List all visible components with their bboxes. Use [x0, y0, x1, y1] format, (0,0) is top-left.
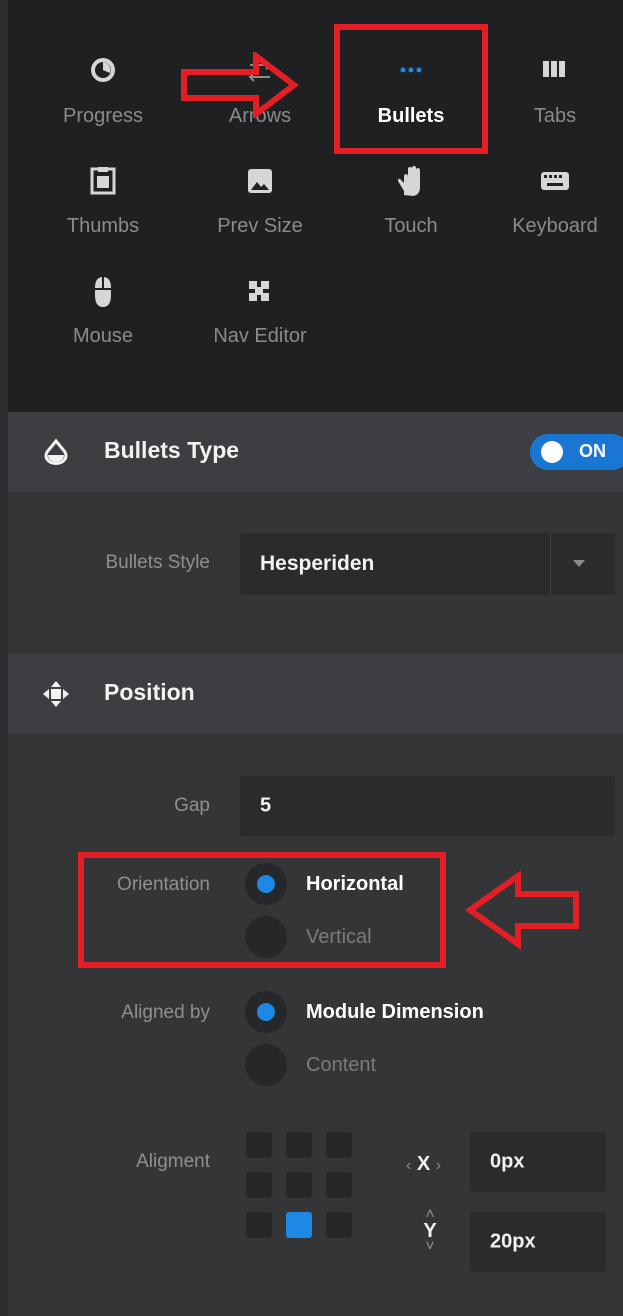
- select-value: Hesperiden: [260, 552, 375, 575]
- bullets-toggle[interactable]: ON: [530, 434, 623, 470]
- caret-down-icon: [573, 560, 585, 567]
- nav-progress[interactable]: Progress: [38, 55, 168, 145]
- y-offset-input[interactable]: 20px: [470, 1212, 606, 1272]
- nav-mouse[interactable]: Mouse: [38, 275, 168, 365]
- bullets-style-select[interactable]: Hesperiden: [240, 533, 615, 595]
- toggle-knob: [541, 441, 563, 463]
- annotation-box-bullets: [334, 24, 488, 154]
- annotation-arrow-right-icon: [181, 52, 299, 118]
- nav-label: Touch: [384, 215, 438, 237]
- chevron-right-icon: ›: [435, 1157, 442, 1174]
- chevron-down-icon: ˅: [425, 1238, 435, 1255]
- align-top-left[interactable]: [246, 1132, 272, 1158]
- align-middle-left[interactable]: [246, 1172, 272, 1198]
- nav-label: Nav Editor: [213, 325, 307, 347]
- toggle-label: ON: [579, 441, 606, 461]
- align-middle-right[interactable]: [326, 1172, 352, 1198]
- alignment-label: Aligment: [136, 1151, 210, 1172]
- mouse-icon: [95, 277, 111, 307]
- nav-tabs[interactable]: Tabs: [490, 55, 620, 145]
- nav-nav-editor[interactable]: Nav Editor: [195, 275, 325, 365]
- align-top-right[interactable]: [326, 1132, 352, 1158]
- chevron-left-icon: ‹: [406, 1157, 412, 1174]
- puzzle-icon: [249, 281, 269, 301]
- section-title: Bullets Type: [104, 437, 240, 463]
- position-header[interactable]: Position: [8, 654, 623, 734]
- bullets-type-header[interactable]: Bullets Type ON: [8, 412, 623, 492]
- x-offset-input[interactable]: 0px: [470, 1132, 606, 1192]
- section-title: Position: [104, 679, 195, 705]
- nav-label: Mouse: [72, 325, 134, 347]
- aligned-by-label: Aligned by: [121, 1002, 210, 1023]
- align-bottom-center[interactable]: [286, 1212, 312, 1238]
- align-top-center[interactable]: [286, 1132, 312, 1158]
- tabs-icon: [543, 61, 565, 77]
- thumbs-icon: [90, 167, 116, 195]
- align-bottom-right[interactable]: [326, 1212, 352, 1238]
- nav-keyboard[interactable]: Keyboard: [490, 165, 620, 255]
- nav-thumbs[interactable]: Thumbs: [38, 165, 168, 255]
- nav-label: Prev Size: [217, 215, 303, 237]
- y-axis-label: ˄ Y ˅: [422, 1206, 438, 1255]
- progress-icon: [91, 58, 115, 82]
- image-icon: [248, 169, 272, 193]
- aligned-content-radio[interactable]: [245, 1044, 287, 1086]
- nav-label: Keyboard: [512, 215, 598, 237]
- bullets-style-label: Bullets Style: [105, 552, 210, 573]
- nav-label: Tabs: [533, 105, 577, 127]
- x-label: X: [416, 1153, 431, 1175]
- select-divider: [550, 533, 551, 595]
- nav-touch[interactable]: Touch: [346, 165, 476, 255]
- align-middle-center[interactable]: [286, 1172, 312, 1198]
- nav-label: Progress: [62, 105, 144, 127]
- chevron-up-icon: ˄: [425, 1206, 435, 1223]
- annotation-box-orientation: [78, 852, 446, 968]
- gap-input[interactable]: 5: [240, 776, 615, 836]
- keyboard-icon: [541, 172, 569, 190]
- nav-label: Thumbs: [66, 215, 140, 237]
- settings-panel: Progress Arrows Bullets Tabs Thumbs Prev…: [8, 0, 623, 1316]
- annotation-arrow-left-icon: [464, 870, 579, 950]
- move-icon: [43, 681, 69, 707]
- aligned-module-radio[interactable]: [245, 991, 287, 1033]
- droplet-icon: [44, 438, 68, 465]
- input-value: 0px: [490, 1150, 525, 1173]
- navigation-icon-grid: Progress Arrows Bullets Tabs Thumbs Prev…: [8, 0, 623, 412]
- gap-label: Gap: [174, 795, 210, 816]
- input-value: 5: [260, 794, 272, 817]
- hand-icon: [398, 166, 420, 196]
- aligned-content-label[interactable]: Content: [306, 1054, 376, 1077]
- input-value: 20px: [490, 1230, 536, 1253]
- nav-prev-size[interactable]: Prev Size: [195, 165, 325, 255]
- x-axis-label: ‹ X ›: [406, 1153, 441, 1176]
- aligned-module-label[interactable]: Module Dimension: [306, 1001, 484, 1024]
- align-bottom-left[interactable]: [246, 1212, 272, 1238]
